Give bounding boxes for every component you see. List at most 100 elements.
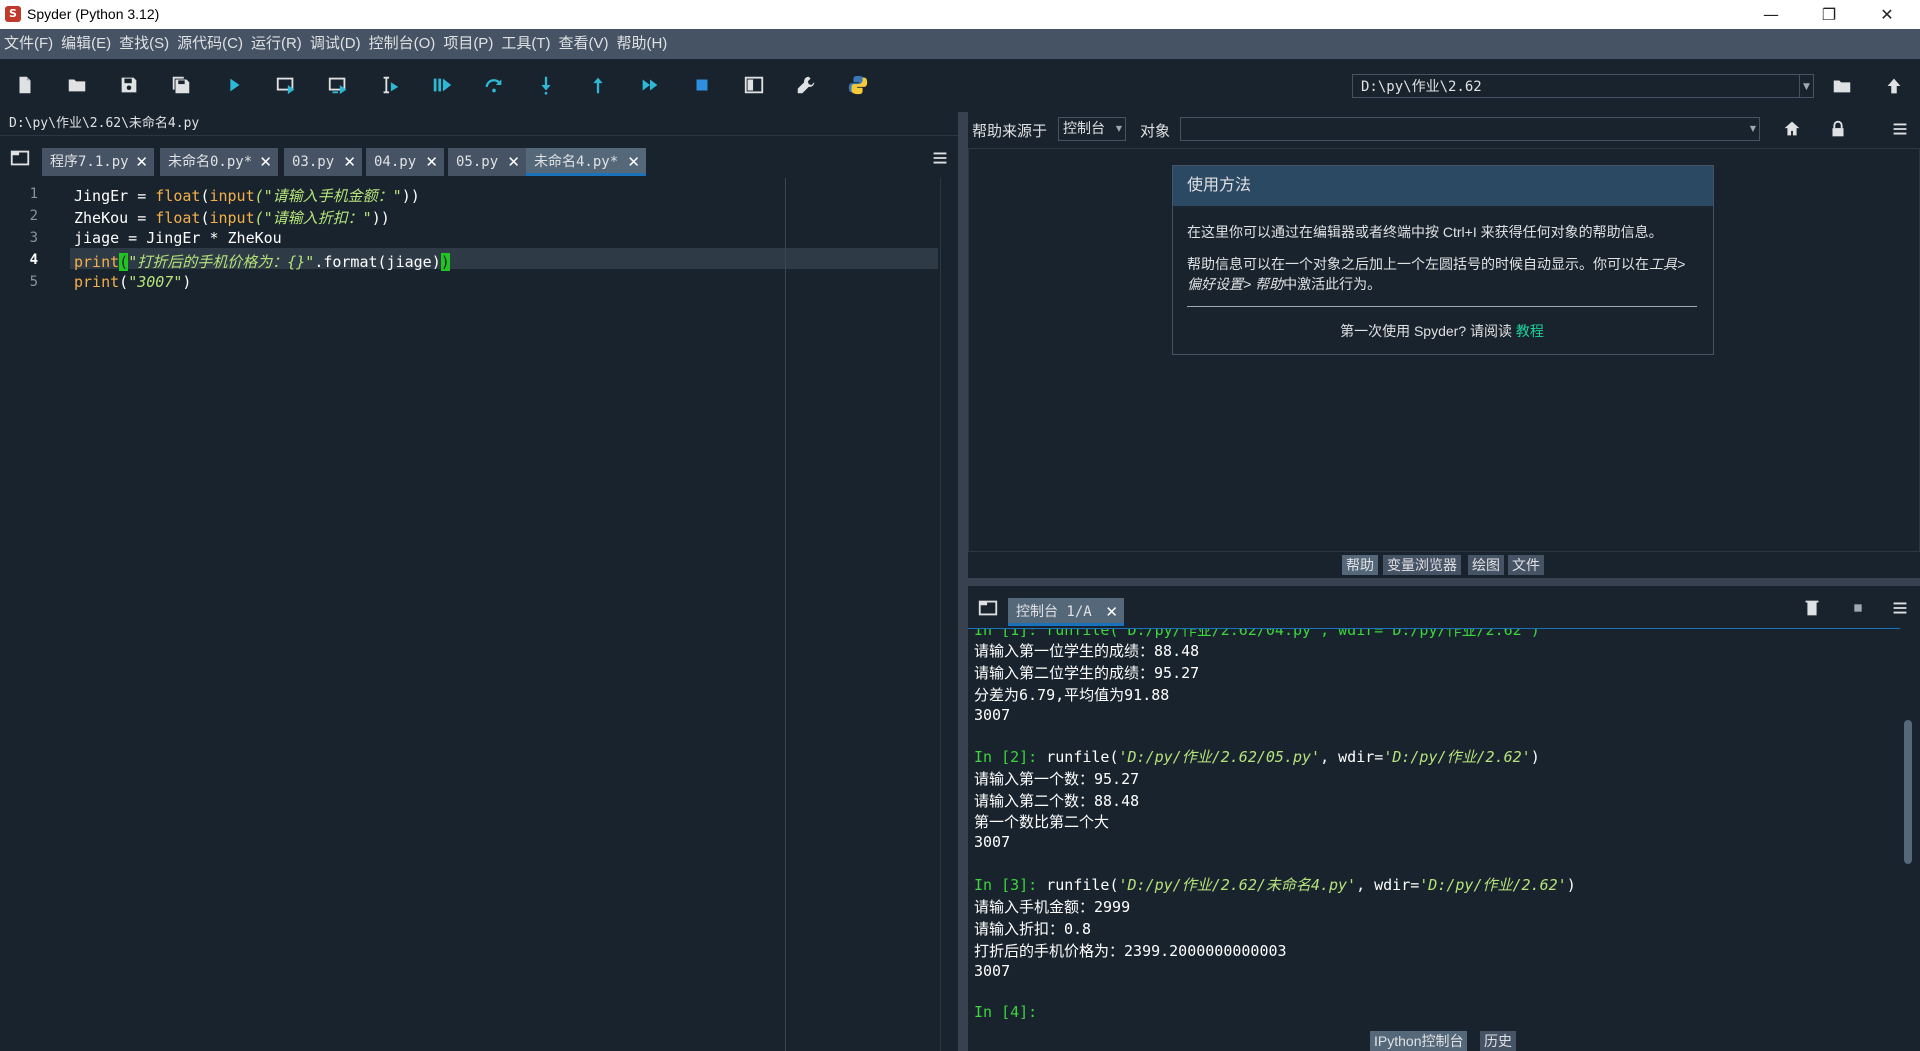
divider bbox=[1187, 306, 1697, 307]
debug-icon[interactable] bbox=[428, 71, 456, 99]
tab-label: 未命名4.py* bbox=[534, 154, 619, 170]
restore-icon[interactable]: ❐ bbox=[1800, 0, 1858, 29]
close-icon[interactable]: ✕ bbox=[259, 148, 272, 176]
code-token: )) bbox=[371, 209, 390, 227]
help-text: 中激活此行为。 bbox=[1283, 276, 1382, 292]
console-text: , wdir= bbox=[1320, 748, 1384, 766]
run-cell-icon[interactable] bbox=[272, 71, 300, 99]
stop-icon[interactable] bbox=[688, 71, 716, 99]
menu-tools[interactable]: 工具(T) bbox=[497, 29, 554, 59]
menu-view[interactable]: 查看(V) bbox=[554, 29, 612, 59]
code-editor[interactable] bbox=[0, 178, 940, 1051]
pane-splitter[interactable] bbox=[968, 578, 1920, 586]
menu-run[interactable]: 运行(R) bbox=[247, 29, 306, 59]
code-line-4: print("打折后的手机价格为：{}".format(jiage)) bbox=[74, 251, 450, 272]
help-source-select[interactable]: 控制台 ▼ bbox=[1058, 117, 1126, 141]
console-line: In [3]: runfile('D:/py/作业/2.62/未命名4.py',… bbox=[974, 874, 1576, 895]
menu-source[interactable]: 源代码(C) bbox=[173, 29, 247, 59]
console-text: ) bbox=[1566, 876, 1576, 894]
tab-help[interactable]: 帮助 bbox=[1342, 555, 1378, 575]
options-menu-icon[interactable] bbox=[1886, 115, 1914, 143]
ipython-console[interactable]: In [1]: runfile('D:/py/作业/2.62/04.py', w… bbox=[968, 628, 1900, 1028]
browse-tabs-icon[interactable] bbox=[974, 594, 1002, 622]
options-menu-icon[interactable] bbox=[926, 144, 954, 172]
run-cell-advance-icon[interactable] bbox=[324, 71, 352, 99]
lock-icon[interactable] bbox=[1824, 115, 1852, 143]
step-into-icon[interactable] bbox=[532, 71, 560, 99]
close-icon[interactable]: ✕ bbox=[343, 148, 356, 176]
tab-untitled0[interactable]: 未命名0.py* ✕ bbox=[160, 148, 278, 176]
maximize-pane-icon[interactable] bbox=[740, 71, 768, 99]
close-icon[interactable]: ✕ bbox=[135, 148, 148, 176]
console-text: runfile( bbox=[1037, 876, 1119, 894]
menu-debug[interactable]: 调试(D) bbox=[306, 29, 365, 59]
close-icon[interactable]: ✕ bbox=[1858, 0, 1916, 29]
close-icon[interactable]: ✕ bbox=[425, 148, 438, 176]
console-line: 请输入折扣：0.8 bbox=[974, 920, 1092, 938]
options-menu-icon[interactable] bbox=[1886, 594, 1914, 622]
tab-variable-explorer[interactable]: 变量浏览器 bbox=[1383, 555, 1461, 575]
browse-folder-icon[interactable] bbox=[1828, 72, 1856, 100]
menu-bar: 文件(F) 编辑(E) 查找(S) 源代码(C) 运行(R) 调试(D) 控制台(O) 项目(… bbox=[0, 29, 1920, 59]
tab-03[interactable]: 03.py ✕ bbox=[284, 148, 362, 176]
tab-plots[interactable]: 绘图 bbox=[1468, 555, 1504, 575]
step-over-icon[interactable] bbox=[480, 71, 508, 99]
close-icon[interactable]: ✕ bbox=[627, 148, 640, 176]
step-out-icon[interactable] bbox=[584, 71, 612, 99]
menu-consoles[interactable]: 控制台(O) bbox=[365, 29, 440, 59]
code-line-1: JingEr = float(input("请输入手机金额：")) bbox=[74, 185, 420, 206]
browse-tabs-icon[interactable] bbox=[6, 144, 34, 172]
menu-search[interactable]: 查找(S) bbox=[115, 29, 173, 59]
menu-help[interactable]: 帮助(H) bbox=[612, 29, 671, 59]
menu-projects[interactable]: 项目(P) bbox=[439, 29, 497, 59]
help-usage-card: 使用方法 在这里你可以通过在编辑器或者终端中按 Ctrl+I 来获得任何对象的帮… bbox=[1172, 165, 1714, 355]
tab-history[interactable]: 历史 bbox=[1480, 1031, 1516, 1051]
stop-icon[interactable] bbox=[1844, 594, 1872, 622]
run-icon[interactable] bbox=[220, 71, 248, 99]
tab-console-1a[interactable]: 控制台 1/A ✕ bbox=[1008, 598, 1124, 626]
save-all-icon[interactable] bbox=[167, 71, 195, 99]
save-icon[interactable] bbox=[115, 71, 143, 99]
close-icon[interactable]: ✕ bbox=[1105, 598, 1118, 626]
chevron-down-icon[interactable]: ▼ bbox=[1800, 74, 1814, 98]
home-icon[interactable] bbox=[1778, 115, 1806, 143]
clear-console-icon[interactable] bbox=[1798, 594, 1826, 622]
code-line-2: ZheKou = float(input("请输入折扣：")) bbox=[74, 207, 390, 228]
tutorial-link[interactable]: 教程 bbox=[1516, 323, 1544, 339]
help-object-input[interactable]: ▼ bbox=[1180, 117, 1760, 141]
close-icon[interactable]: ✕ bbox=[507, 148, 520, 176]
editor-scrollbar[interactable] bbox=[940, 178, 959, 1051]
run-selection-icon[interactable] bbox=[376, 71, 404, 99]
working-directory-combo[interactable]: D:\py\作业\2.62 bbox=[1352, 74, 1800, 98]
tab-04[interactable]: 04.py ✕ bbox=[366, 148, 444, 176]
tab-untitled4[interactable]: 未命名4.py* ✕ bbox=[526, 148, 646, 176]
matched-paren: ( bbox=[119, 253, 129, 271]
console-line: 3007 bbox=[974, 706, 1011, 724]
pane-splitter[interactable] bbox=[958, 112, 968, 1051]
help-card-paragraph: 帮助信息可以在一个对象之后加上一个左圆括号的时候自动显示。你可以在工具> 偏好设… bbox=[1187, 254, 1697, 294]
new-file-icon[interactable] bbox=[11, 71, 39, 99]
tab-program71[interactable]: 程序7.1.py ✕ bbox=[42, 148, 154, 176]
console-text: 'D:/py/作业/2.62' bbox=[1383, 748, 1531, 766]
console-line: 打折后的手机价格为：2399.2000000000003 bbox=[974, 942, 1287, 960]
help-card-title: 使用方法 bbox=[1173, 166, 1713, 206]
tab-label: 03.py bbox=[292, 154, 335, 170]
scrollbar-thumb[interactable] bbox=[1904, 720, 1912, 864]
menu-file[interactable]: 文件(F) bbox=[0, 29, 57, 59]
minimize-icon[interactable]: — bbox=[1742, 0, 1800, 29]
tab-files[interactable]: 文件 bbox=[1508, 555, 1544, 575]
console-line: In [4]: bbox=[974, 1003, 1037, 1021]
python-path-icon[interactable] bbox=[844, 71, 872, 99]
continue-icon[interactable] bbox=[636, 71, 664, 99]
code-token: ( bbox=[119, 273, 129, 291]
menu-edit[interactable]: 编辑(E) bbox=[57, 29, 115, 59]
parent-directory-icon[interactable] bbox=[1880, 72, 1908, 100]
tab-05[interactable]: 05.py ✕ bbox=[448, 148, 526, 176]
tab-label: 05.py bbox=[456, 154, 499, 170]
line-number: 2 bbox=[29, 208, 38, 224]
preferences-icon[interactable] bbox=[792, 71, 820, 99]
open-folder-icon[interactable] bbox=[63, 71, 91, 99]
help-source-value: 控制台 bbox=[1063, 121, 1105, 137]
code-token: JingEr = bbox=[74, 187, 156, 205]
tab-ipython-console[interactable]: IPython控制台 bbox=[1370, 1031, 1468, 1051]
